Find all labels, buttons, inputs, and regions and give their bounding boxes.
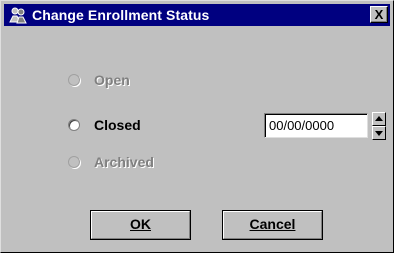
people-icon [9, 6, 27, 24]
cancel-button-label: Cancel [249, 216, 296, 232]
radio-closed-label[interactable]: Closed [94, 117, 141, 133]
radio-archived-row: Archived [68, 152, 154, 172]
arrow-up-icon [375, 116, 383, 121]
date-spinner[interactable] [372, 112, 386, 140]
spin-down-button[interactable] [372, 126, 386, 140]
arrow-down-icon [375, 131, 383, 136]
change-enrollment-status-dialog: Change Enrollment Status X Open Closed A… [0, 0, 394, 253]
date-input[interactable]: 00/00/0000 [264, 113, 368, 138]
radio-open [68, 74, 80, 86]
radio-archived-label: Archived [94, 154, 154, 170]
spin-up-button[interactable] [372, 112, 386, 126]
radio-closed[interactable] [68, 119, 80, 131]
radio-open-row: Open [68, 70, 130, 90]
window-title: Change Enrollment Status [32, 7, 210, 23]
ok-button-label: OK [130, 216, 151, 232]
radio-open-label: Open [94, 72, 130, 88]
close-button[interactable]: X [370, 6, 388, 23]
radio-closed-row[interactable]: Closed [68, 115, 141, 135]
ok-button[interactable]: OK [90, 210, 191, 240]
title-bar[interactable]: Change Enrollment Status X [4, 4, 390, 26]
radio-archived [68, 156, 80, 168]
cancel-button[interactable]: Cancel [222, 210, 323, 240]
